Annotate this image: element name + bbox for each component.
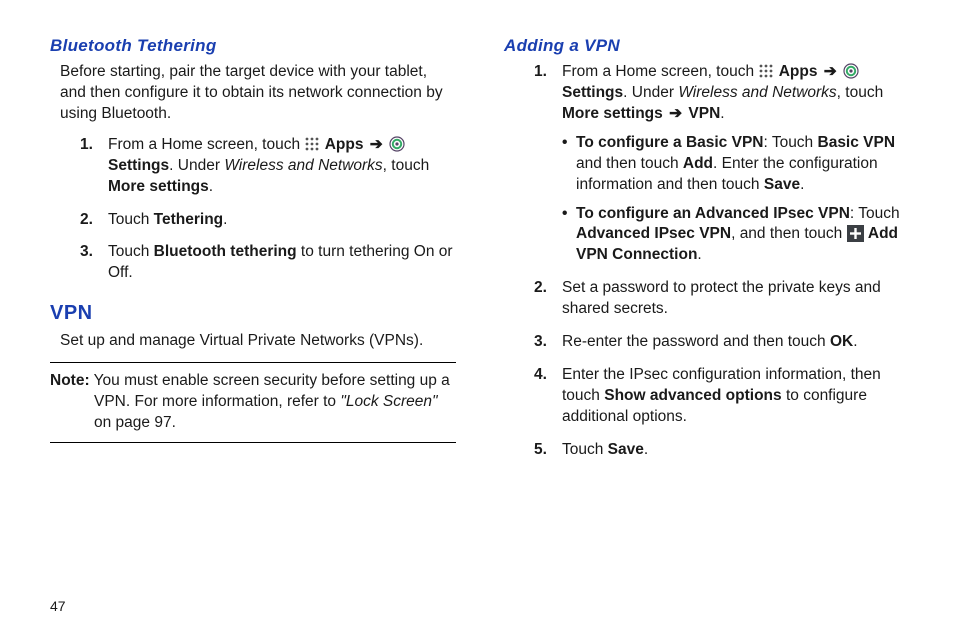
text: From a Home screen, touch [562, 63, 758, 80]
text: Re-enter the password and then touch [562, 333, 830, 350]
vpn-step-1: From a Home screen, touch Apps ➔ Setting… [504, 62, 910, 266]
text: , and then touch [731, 225, 846, 242]
heading-bluetooth-tethering: Bluetooth Tethering [50, 36, 456, 56]
plus-icon [847, 225, 864, 242]
vpn-sub-bullets: To configure a Basic VPN: Touch Basic VP… [562, 133, 910, 267]
more-settings: More settings [562, 105, 667, 122]
vpn-label: VPN [688, 105, 720, 122]
arrow-icon: ➔ [822, 62, 839, 83]
save: Save [764, 176, 800, 193]
vpn-step-3: Re-enter the password and then touch OK. [504, 332, 910, 353]
text: Under [632, 84, 679, 101]
settings-label: Settings [562, 84, 623, 101]
heading-vpn: VPN [50, 302, 456, 325]
bt-step-2: Touch Tethering. [50, 210, 456, 231]
right-column: Adding a VPN From a Home screen, touch A… [504, 36, 910, 616]
bullet-advanced-vpn: To configure an Advanced IPsec VPN: Touc… [562, 204, 910, 267]
heading-adding-vpn: Adding a VPN [504, 36, 910, 56]
bt-intro: Before starting, pair the target device … [60, 62, 456, 125]
vpn-intro: Set up and manage Virtual Private Networ… [60, 331, 456, 352]
text: Touch [108, 211, 154, 228]
period: . [720, 105, 724, 122]
basic-vpn: Basic VPN [818, 134, 896, 151]
bt-steps: From a Home screen, touch Apps ➔ Setting… [50, 135, 456, 285]
wireless-networks: Wireless and Networks [224, 157, 382, 174]
period: . [169, 157, 178, 174]
period: . [697, 246, 701, 263]
vpn-step-4: Enter the IPsec configuration informatio… [504, 365, 910, 428]
ok: OK [830, 333, 853, 350]
left-column: Bluetooth Tethering Before starting, pai… [50, 36, 456, 616]
text: : Touch [850, 205, 900, 222]
arrow-icon: ➔ [667, 104, 684, 125]
text: From a Home screen, touch [108, 136, 304, 153]
apps-label: Apps [779, 63, 818, 80]
text: Set a password to protect the private ke… [562, 279, 881, 317]
add: Add [683, 155, 713, 172]
text: and then touch [576, 155, 683, 172]
period: . [644, 441, 648, 458]
note-text: on page 97. [94, 414, 176, 431]
vpn-note: Note: You must enable screen security be… [50, 371, 456, 434]
advanced-ipsec-vpn: Advanced IPsec VPN [576, 225, 731, 242]
wireless-networks: Wireless and Networks [678, 84, 836, 101]
tethering: Tethering [154, 211, 223, 228]
page: Bluetooth Tethering Before starting, pai… [0, 0, 954, 636]
text: : Touch [763, 134, 817, 151]
note-ref: "Lock Screen" [340, 393, 437, 410]
divider [50, 362, 456, 363]
bt-step-1: From a Home screen, touch Apps ➔ Setting… [50, 135, 456, 198]
divider [50, 442, 456, 443]
text: Touch [562, 441, 608, 458]
apps-label: Apps [325, 136, 364, 153]
label: To configure an Advanced IPsec VPN [576, 205, 850, 222]
apps-icon [304, 136, 320, 152]
text: , touch [383, 157, 430, 174]
period: . [853, 333, 857, 350]
settings-icon [843, 63, 859, 79]
period: . [623, 84, 632, 101]
period: . [223, 211, 227, 228]
note-label: Note: [50, 372, 90, 389]
settings-icon [389, 136, 405, 152]
period: . [800, 176, 804, 193]
save: Save [608, 441, 644, 458]
bullet-basic-vpn: To configure a Basic VPN: Touch Basic VP… [562, 133, 910, 196]
page-number: 47 [50, 598, 66, 614]
settings-label: Settings [108, 157, 169, 174]
vpn-step-5: Touch Save. [504, 440, 910, 461]
label: To configure a Basic VPN [576, 134, 763, 151]
vpn-steps: From a Home screen, touch Apps ➔ Setting… [504, 62, 910, 461]
show-advanced-options: Show advanced options [604, 387, 781, 404]
bt-step-3: Touch Bluetooth tethering to turn tether… [50, 242, 456, 284]
text: Touch [108, 243, 154, 260]
period: . [209, 178, 213, 195]
arrow-icon: ➔ [368, 135, 385, 156]
bluetooth-tethering: Bluetooth tethering [154, 243, 297, 260]
text: , touch [837, 84, 884, 101]
more-settings: More settings [108, 178, 209, 195]
vpn-step-2: Set a password to protect the private ke… [504, 278, 910, 320]
apps-icon [758, 63, 774, 79]
text: Under [178, 157, 225, 174]
